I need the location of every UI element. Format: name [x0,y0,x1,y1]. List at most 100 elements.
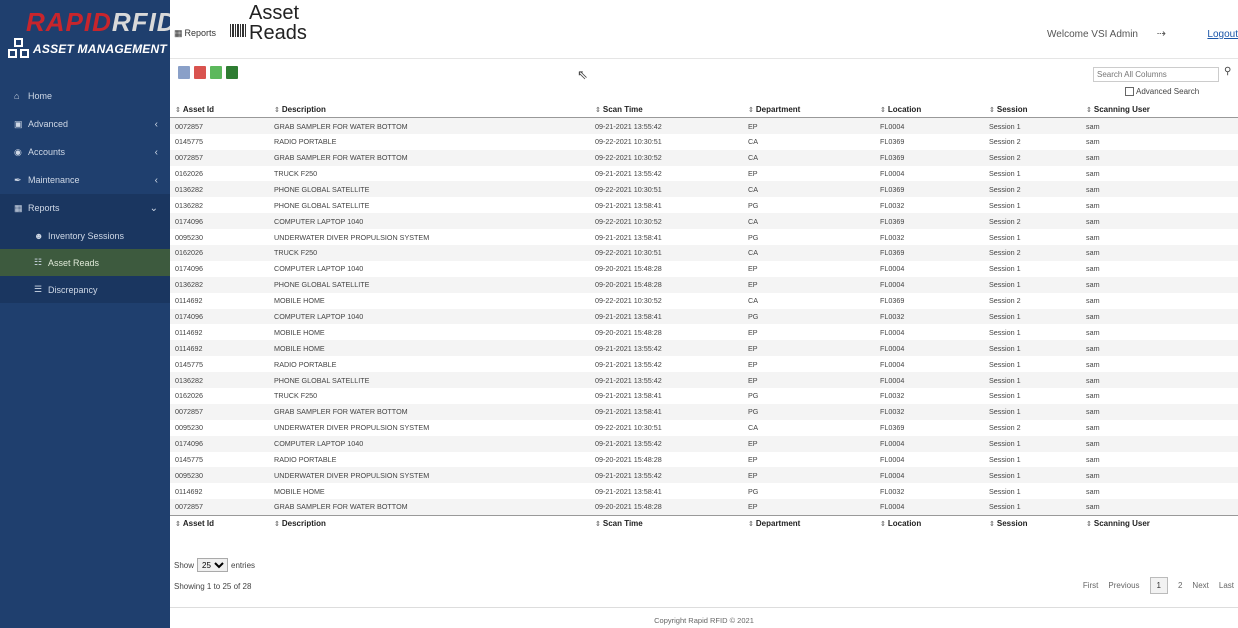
column-header-description[interactable]: ⇕ Description [269,102,590,119]
pager-page-2[interactable]: 2 [1178,581,1182,590]
table-row[interactable]: 0136282 PHONE GLOBAL SATELLITE 09-21-2021 … [170,197,1238,214]
sidebar-item-home[interactable]: ⌂ Home [0,82,170,110]
sidebar-item-accounts[interactable]: ◉ Accounts ‹ [0,138,170,166]
table-row[interactable]: 0095230 UNDERWATER DIVER PROPULSION SYSTE… [170,467,1238,484]
cell-scan-time: 09-20-2021 15:48:28 [595,502,662,512]
cell-department: EP [748,375,758,385]
table-row[interactable]: 0114692 MOBILE HOME 09-21-2021 13:55:42 EP F… [170,340,1238,357]
table-row[interactable]: 0136282 PHONE GLOBAL SATELLITE 09-22-2021 … [170,181,1238,198]
column-footer-session[interactable]: ⇕ Session [984,514,1081,532]
showing-info: Showing 1 to 25 of 28 [174,582,252,591]
column-header-department[interactable]: ⇕ Department [743,102,875,119]
cell-location: FL0032 [880,391,905,401]
cell-scanning-user: sam [1086,264,1100,274]
column-footer-description[interactable]: ⇕ Description [269,514,590,532]
table-row[interactable]: 0095230 UNDERWATER DIVER PROPULSION SYSTE… [170,419,1238,436]
cell-location: FL0032 [880,312,905,322]
breadcrumb[interactable]: ▦ Reports [174,28,216,39]
sidebar-item-label: Inventory Sessions [48,230,125,241]
copy-icon[interactable] [178,66,190,79]
plus-square-icon: ▣ [14,118,23,129]
wrench-icon: ✒ [14,174,22,185]
cell-description: MOBILE HOME [274,343,325,353]
excel-icon[interactable] [226,66,238,79]
cell-location: FL0032 [880,200,905,210]
logout-link[interactable]: Logout [1207,29,1238,40]
search-input[interactable] [1093,67,1219,82]
table-row[interactable]: 0145775 RADIO PORTABLE 09-22-2021 10:30:51… [170,133,1238,150]
cell-scanning-user: sam [1086,216,1100,226]
cell-location: FL0369 [880,137,905,147]
sidebar-item-reports[interactable]: ▦ Reports ⌄ [0,194,170,222]
pager-previous[interactable]: Previous [1108,581,1139,590]
cell-asset-id: 0095230 [175,423,203,433]
cell-scanning-user: sam [1086,343,1100,353]
pager-last[interactable]: Last [1219,581,1234,590]
table-row[interactable]: 0136282 PHONE GLOBAL SATELLITE 09-20-2021 … [170,276,1238,293]
column-footer-location[interactable]: ⇕ Location [875,514,984,532]
cell-session: Session 2 [989,423,1021,433]
cell-department: EP [748,169,758,178]
search-icon[interactable]: ⚲ [1224,66,1231,77]
table-row[interactable]: 0072857 GRAB SAMPLER FOR WATER BOTTOM 09-2… [170,403,1238,420]
cell-session: Session 1 [989,455,1021,465]
cell-location: FL0004 [880,455,905,465]
table-row[interactable]: 0072857 GRAB SAMPLER FOR WATER BOTTOM 09-2… [170,499,1238,516]
table-row[interactable]: 0114692 MOBILE HOME 09-22-2021 10:30:52 CA F… [170,292,1238,309]
chevron-left-icon: ‹ [154,146,158,158]
sign-out-icon[interactable]: ⇢ [1157,27,1166,40]
table-row[interactable]: 0072857 GRAB SAMPLER FOR WATER BOTTOM 09-2… [170,117,1238,134]
cell-session: Session 1 [989,232,1021,242]
cell-session: Session 1 [989,391,1021,401]
cell-location: FL0369 [880,216,905,226]
sidebar-item-label: Home [28,91,53,101]
cell-scanning-user: sam [1086,502,1100,512]
print-icon[interactable] [210,66,222,79]
pager-page-1[interactable]: 1 [1149,577,1168,594]
sidebar-item-asset-reads[interactable]: ☷ Asset Reads [0,249,170,276]
sidebar-item-discrepancy[interactable]: ☰ Discrepancy [0,276,170,303]
logo[interactable]: RAPIDRFID ASSET MANAGEMENT [0,0,176,74]
page-size-control: Show 25 entries [174,558,255,572]
column-footer-scan-time[interactable]: ⇕ Scan Time [590,514,743,532]
cell-scan-time: 09-20-2021 15:48:28 [595,327,662,337]
page-size-select[interactable]: 25 [197,558,229,572]
table-row[interactable]: 0114692 MOBILE HOME 09-21-2021 13:58:41 PG F… [170,483,1238,500]
table-row[interactable]: 0162026 TRUCK F250 09-21-2021 13:58:41 PG FL… [170,388,1238,404]
column-footer-scanning-user[interactable]: ⇕ Scanning User [1081,514,1238,532]
cell-description: RADIO PORTABLE [274,455,337,465]
pdf-icon[interactable] [194,66,206,79]
column-footer-asset-id[interactable]: ⇕ Asset Id [170,514,269,532]
table-row[interactable]: 0174096 COMPUTER LAPTOP 1040 09-21-2021 13… [170,435,1238,452]
column-header-location[interactable]: ⇕ Location [875,102,984,119]
sidebar-item-advanced[interactable]: ▣ Advanced ‹ [0,110,170,138]
table-row[interactable]: 0145775 RADIO PORTABLE 09-21-2021 13:55:42… [170,356,1238,373]
table-row[interactable]: 0145775 RADIO PORTABLE 09-20-2021 15:48:28… [170,451,1238,468]
table-row[interactable]: 0162026 TRUCK F250 09-21-2021 13:55:42 EP FL… [170,165,1238,182]
advanced-search-checkbox[interactable] [1125,87,1134,96]
cell-location: FL0004 [880,470,905,480]
table-row[interactable]: 0136282 PHONE GLOBAL SATELLITE 09-21-2021 … [170,372,1238,389]
table-row[interactable]: 0114692 MOBILE HOME 09-20-2021 15:48:28 EP F… [170,324,1238,341]
cell-scan-time: 09-21-2021 13:55:42 [595,470,662,480]
cell-scanning-user: sam [1086,407,1100,417]
sidebar-item-maintenance[interactable]: ✒ Maintenance ‹ [0,166,170,194]
advanced-search-toggle[interactable]: Advanced Search [1125,87,1199,96]
table-row[interactable]: 0174096 COMPUTER LAPTOP 1040 09-21-2021 13… [170,308,1238,325]
column-header-scanning-user[interactable]: ⇕ Scanning User [1081,102,1238,119]
cell-department: EP [748,470,758,480]
table-row[interactable]: 0174096 COMPUTER LAPTOP 1040 09-22-2021 10… [170,213,1238,230]
cell-session: Session 1 [989,264,1021,274]
column-header-asset-id[interactable]: ⇕ Asset Id [170,102,269,119]
table-row[interactable]: 0174096 COMPUTER LAPTOP 1040 09-20-2021 15… [170,260,1238,277]
pager-first[interactable]: First [1083,581,1099,590]
table-row[interactable]: 0072857 GRAB SAMPLER FOR WATER BOTTOM 09-2… [170,149,1238,166]
sidebar-item-inventory-sessions[interactable]: ☻ Inventory Sessions [0,222,170,249]
table-row[interactable]: 0095230 UNDERWATER DIVER PROPULSION SYSTE… [170,229,1238,246]
table-row[interactable]: 0162026 TRUCK F250 09-22-2021 10:30:51 CA FL… [170,245,1238,261]
column-header-session[interactable]: ⇕ Session [984,102,1081,119]
cell-department: PG [748,200,759,210]
column-footer-department[interactable]: ⇕ Department [743,514,875,532]
column-header-scan-time[interactable]: ⇕ Scan Time [590,102,743,119]
pager-next[interactable]: Next [1192,581,1208,590]
